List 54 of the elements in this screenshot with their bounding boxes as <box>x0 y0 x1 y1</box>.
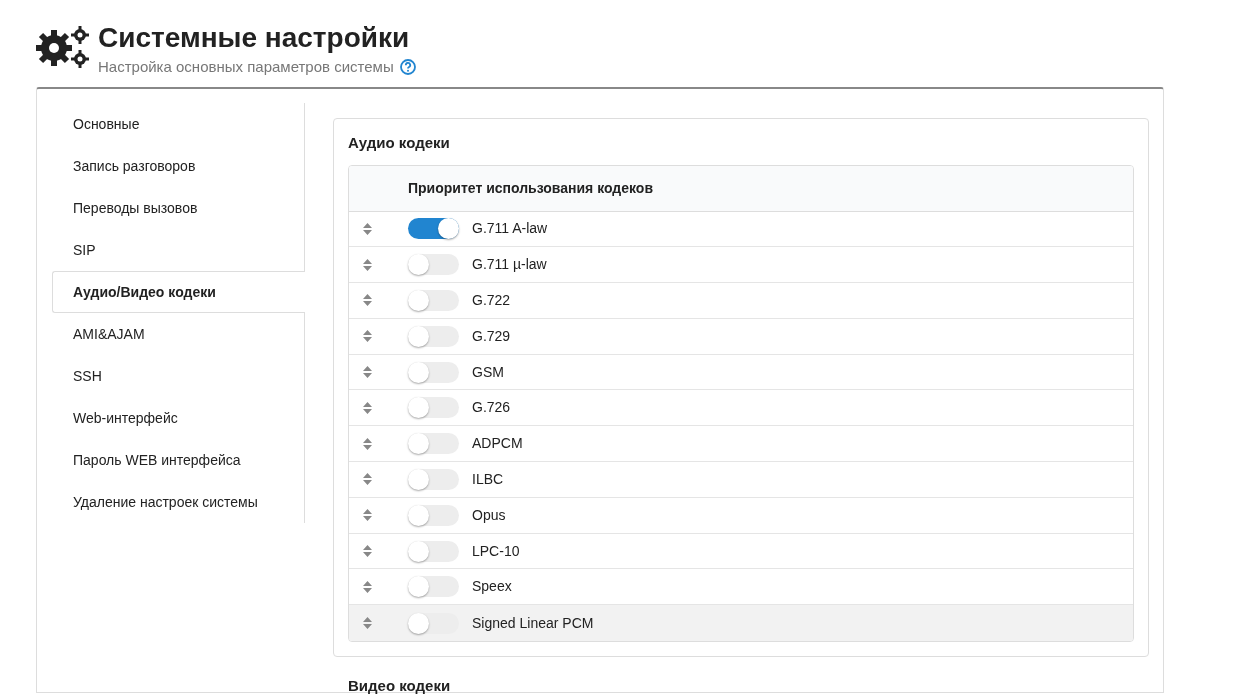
codec-name: G.711 µ-law <box>472 255 547 275</box>
drag-handle-icon[interactable] <box>363 366 372 379</box>
drag-handle-icon[interactable] <box>363 294 372 307</box>
toggle-switch[interactable] <box>408 218 459 240</box>
drag-handle-icon[interactable] <box>363 437 372 450</box>
toggle-switch[interactable] <box>408 325 459 347</box>
drag-handle-icon[interactable] <box>363 509 372 522</box>
gears-icon <box>36 26 90 68</box>
sidebar-item[interactable]: Web-интерфейс <box>52 397 304 439</box>
sidebar-item[interactable]: Пароль WEB интерфейса <box>52 439 304 481</box>
codec-name: GSM <box>472 362 504 382</box>
page-subtitle: Настройка основных параметров системы <box>98 57 394 77</box>
sidebar-item[interactable]: AMI&AJAM <box>52 313 304 355</box>
page-title: Системные настройки <box>98 21 411 55</box>
codec-name: ILBC <box>472 469 504 489</box>
toggle-switch[interactable] <box>408 433 459 455</box>
sidebar-item[interactable]: Основные <box>52 103 304 145</box>
section-title: Аудио кодеки <box>348 133 451 153</box>
toggle-switch[interactable] <box>408 576 459 598</box>
drag-handle-icon[interactable] <box>363 222 372 235</box>
drag-handle-icon[interactable] <box>363 545 372 558</box>
codec-name: G.711 A-law <box>472 219 548 239</box>
toggle-switch[interactable] <box>408 254 459 276</box>
drag-handle-icon[interactable] <box>363 401 372 414</box>
drag-handle-icon[interactable] <box>363 258 372 271</box>
toggle-switch[interactable] <box>408 361 459 383</box>
codec-name: Signed Linear PCM <box>472 613 594 633</box>
drag-handle-icon[interactable] <box>363 580 372 593</box>
toggle-switch[interactable] <box>408 504 459 526</box>
toggle-switch[interactable] <box>408 290 459 311</box>
sidebar-item[interactable]: Аудио/Видео кодеки <box>52 271 305 313</box>
column-header: Приоритет использования кодеков <box>408 178 654 198</box>
sidebar-item[interactable]: Запись разговоров <box>52 145 304 187</box>
section-title: Видео кодеки <box>348 676 452 696</box>
drag-handle-icon[interactable] <box>363 617 372 630</box>
codec-name: Speex <box>472 577 512 597</box>
codec-name: Opus <box>472 505 506 525</box>
codec-name: G.726 <box>472 398 511 418</box>
codec-name: G.722 <box>472 291 511 310</box>
sidebar-item[interactable]: Переводы вызовов <box>52 187 304 229</box>
toggle-switch[interactable] <box>408 540 459 562</box>
codec-name: LPC-10 <box>472 541 520 561</box>
drag-handle-icon[interactable] <box>363 330 372 343</box>
sidebar-item[interactable]: SIP <box>52 229 304 271</box>
toggle-switch[interactable] <box>408 612 459 634</box>
codec-name: G.729 <box>472 326 511 346</box>
drag-handle-icon[interactable] <box>363 473 372 486</box>
help-icon[interactable] <box>399 59 416 76</box>
toggle-switch[interactable] <box>408 397 459 419</box>
codec-row[interactable]: Signed Linear PCM <box>349 605 1133 642</box>
toggle-switch[interactable] <box>408 468 459 490</box>
sidebar-item[interactable]: Удаление настроек системы <box>52 481 304 523</box>
sidebar-item[interactable]: SSH <box>52 355 304 397</box>
codec-name: ADPCM <box>472 434 523 454</box>
